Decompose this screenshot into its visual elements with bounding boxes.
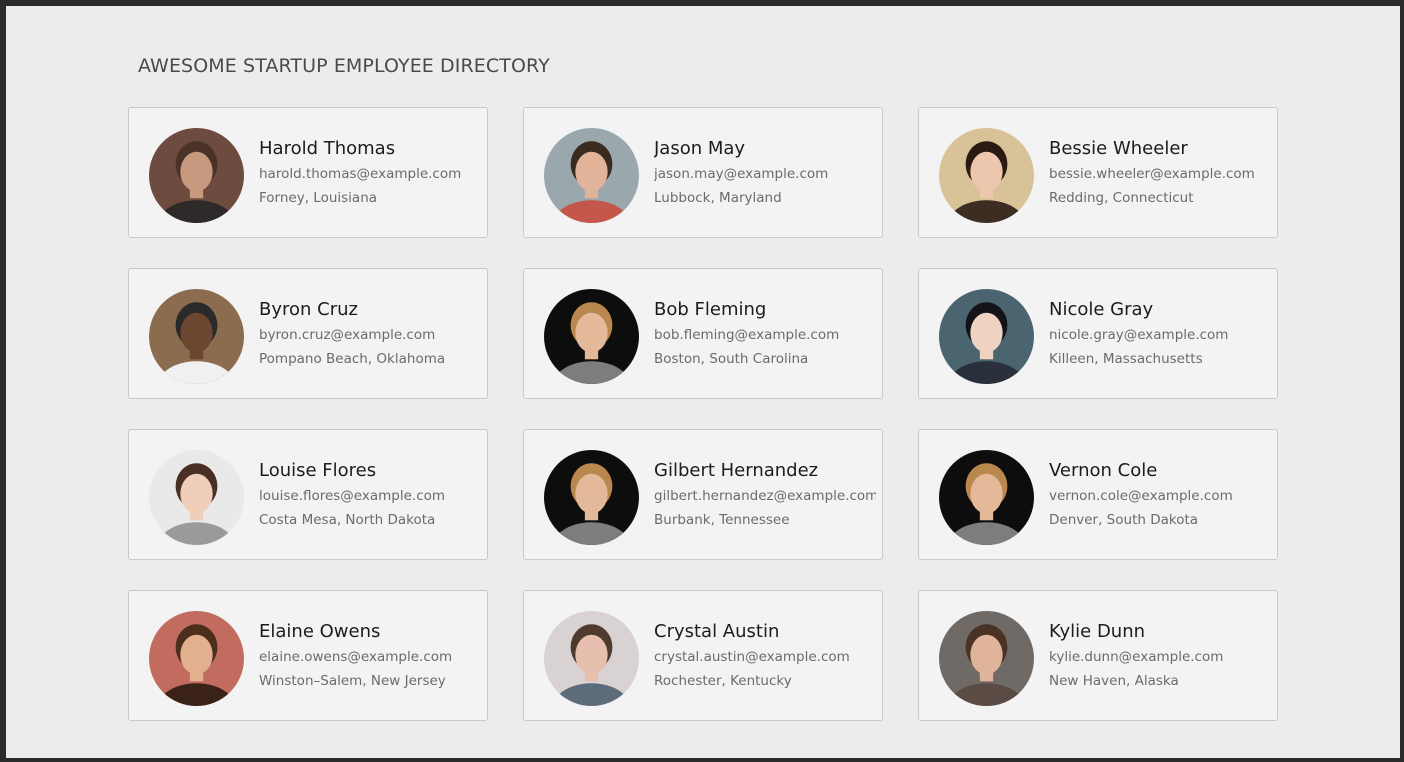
avatar (149, 611, 244, 706)
avatar (149, 289, 244, 384)
employee-location: New Haven, Alaska (1049, 673, 1179, 689)
employee-card[interactable]: Nicole Gray nicole.gray@example.com Kill… (918, 268, 1278, 399)
employee-info: Vernon Cole vernon.cole@example.com Denv… (1049, 460, 1271, 529)
employee-grid: Harold Thomas harold.thomas@example.com … (128, 107, 1278, 721)
employee-card[interactable]: Elaine Owens elaine.owens@example.com Wi… (128, 590, 488, 721)
employee-name: Bob Fleming (654, 299, 767, 320)
employee-info: Bessie Wheeler bessie.wheeler@example.co… (1049, 138, 1271, 207)
employee-email: louise.flores@example.com (259, 488, 446, 504)
employee-info: Crystal Austin crystal.austin@example.co… (654, 621, 876, 690)
avatar (544, 450, 639, 545)
employee-card[interactable]: Crystal Austin crystal.austin@example.co… (523, 590, 883, 721)
employee-location: Burbank, Tennessee (654, 512, 790, 528)
employee-location: Costa Mesa, North Dakota (259, 512, 436, 528)
employee-card[interactable]: Gilbert Hernandez gilbert.hernandez@exam… (523, 429, 883, 560)
employee-info: Jason May jason.may@example.com Lubbock,… (654, 138, 876, 207)
employee-name: Bessie Wheeler (1049, 138, 1188, 159)
page-viewport: AWESOME STARTUP EMPLOYEE DIRECTORY Harol… (6, 6, 1400, 758)
employee-location: Winston–Salem, New Jersey (259, 673, 446, 689)
employee-location: Pompano Beach, Oklahoma (259, 351, 446, 367)
employee-card[interactable]: Harold Thomas harold.thomas@example.com … (128, 107, 488, 238)
employee-location: Killeen, Massachusetts (1049, 351, 1203, 367)
page-title: AWESOME STARTUP EMPLOYEE DIRECTORY (138, 55, 550, 77)
avatar (939, 289, 1034, 384)
avatar (149, 450, 244, 545)
employee-name: Nicole Gray (1049, 299, 1154, 320)
employee-email: kylie.dunn@example.com (1049, 649, 1224, 665)
employee-card[interactable]: Kylie Dunn kylie.dunn@example.com New Ha… (918, 590, 1278, 721)
employee-name: Vernon Cole (1049, 460, 1158, 481)
employee-email: gilbert.hernandez@example.com (654, 488, 876, 504)
employee-email: elaine.owens@example.com (259, 649, 453, 665)
employee-email: crystal.austin@example.com (654, 649, 850, 665)
employee-info: Elaine Owens elaine.owens@example.com Wi… (259, 621, 481, 690)
employee-card[interactable]: Byron Cruz byron.cruz@example.com Pompan… (128, 268, 488, 399)
employee-card[interactable]: Bessie Wheeler bessie.wheeler@example.co… (918, 107, 1278, 238)
employee-info: Nicole Gray nicole.gray@example.com Kill… (1049, 299, 1271, 368)
employee-name: Louise Flores (259, 460, 377, 481)
avatar (939, 450, 1034, 545)
employee-location: Redding, Connecticut (1049, 190, 1194, 206)
employee-card[interactable]: Vernon Cole vernon.cole@example.com Denv… (918, 429, 1278, 560)
employee-name: Crystal Austin (654, 621, 780, 642)
employee-location: Denver, South Dakota (1049, 512, 1199, 528)
avatar (544, 611, 639, 706)
employee-name: Byron Cruz (259, 299, 358, 320)
employee-name: Gilbert Hernandez (654, 460, 819, 481)
employee-email: jason.may@example.com (654, 166, 829, 182)
employee-location: Forney, Louisiana (259, 190, 378, 206)
employee-info: Harold Thomas harold.thomas@example.com … (259, 138, 481, 207)
employee-info: Louise Flores louise.flores@example.com … (259, 460, 481, 529)
employee-email: bob.fleming@example.com (654, 327, 840, 343)
employee-email: vernon.cole@example.com (1049, 488, 1233, 504)
employee-name: Harold Thomas (259, 138, 396, 159)
employee-info: Bob Fleming bob.fleming@example.com Bost… (654, 299, 876, 368)
employee-name: Elaine Owens (259, 621, 381, 642)
employee-email: bessie.wheeler@example.com (1049, 166, 1255, 182)
employee-info: Byron Cruz byron.cruz@example.com Pompan… (259, 299, 481, 368)
employee-location: Lubbock, Maryland (654, 190, 782, 206)
employee-card[interactable]: Jason May jason.may@example.com Lubbock,… (523, 107, 883, 238)
employee-email: nicole.gray@example.com (1049, 327, 1229, 343)
employee-card[interactable]: Bob Fleming bob.fleming@example.com Bost… (523, 268, 883, 399)
employee-email: harold.thomas@example.com (259, 166, 462, 182)
employee-card[interactable]: Louise Flores louise.flores@example.com … (128, 429, 488, 560)
employee-name: Kylie Dunn (1049, 621, 1146, 642)
employee-location: Rochester, Kentucky (654, 673, 792, 689)
employee-info: Gilbert Hernandez gilbert.hernandez@exam… (654, 460, 876, 529)
avatar (939, 128, 1034, 223)
employee-info: Kylie Dunn kylie.dunn@example.com New Ha… (1049, 621, 1271, 690)
employee-location: Boston, South Carolina (654, 351, 809, 367)
avatar (544, 289, 639, 384)
employee-name: Jason May (654, 138, 746, 159)
avatar (939, 611, 1034, 706)
avatar (149, 128, 244, 223)
avatar (544, 128, 639, 223)
employee-email: byron.cruz@example.com (259, 327, 436, 343)
